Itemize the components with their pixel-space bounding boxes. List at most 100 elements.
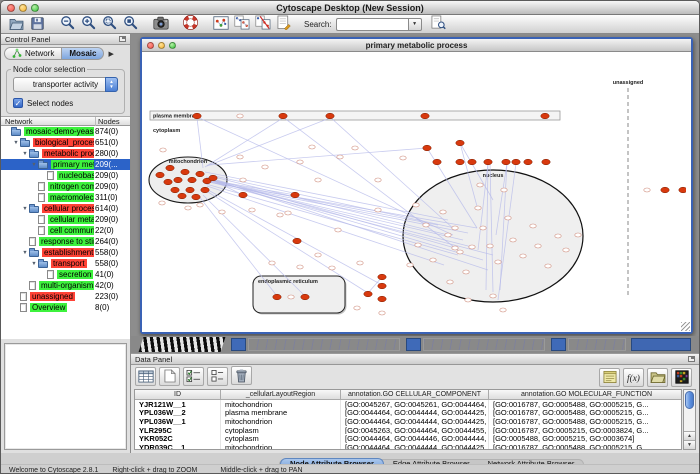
tree-item-nucleobase[interactable]: nucleobase-209(0) (1, 170, 130, 181)
search-input[interactable] (336, 18, 408, 31)
gene-node-highlighted[interactable] (468, 159, 476, 165)
gene-node[interactable] (475, 206, 481, 210)
column-header-id[interactable]: ID (135, 390, 221, 399)
search-dropdown-arrow-icon[interactable]: ▼ (408, 18, 422, 31)
gene-node[interactable] (375, 208, 381, 212)
table-row-ydr039c-1[interactable]: YDR039C__1mitochondrion[GO:0044464, GO:0… (135, 443, 681, 450)
zoom-out-button[interactable] (58, 14, 77, 31)
tree-item-unassigned[interactable]: unassigned223(0) (1, 291, 130, 302)
gene-node[interactable] (430, 258, 436, 262)
gene-node[interactable] (329, 266, 335, 270)
network-window-titlebar[interactable]: primary metabolic process (142, 39, 691, 52)
edge[interactable] (207, 118, 330, 166)
gene-node[interactable] (379, 311, 385, 315)
gene-node[interactable] (337, 155, 343, 159)
gene-node[interactable] (297, 160, 303, 164)
float-panel-icon[interactable] (688, 356, 695, 362)
gene-node[interactable] (375, 178, 381, 182)
gene-node-highlighted[interactable] (524, 159, 532, 165)
annotation-tool-button[interactable] (274, 14, 293, 31)
gene-node[interactable] (160, 148, 166, 152)
gene-node[interactable] (520, 254, 526, 258)
expander-triangle-icon[interactable]: ▼ (12, 140, 20, 146)
gene-node-highlighted[interactable] (201, 187, 209, 193)
gene-node[interactable] (477, 183, 483, 187)
zoom-window-icon[interactable] (31, 4, 39, 12)
gene-node-highlighted[interactable] (484, 159, 492, 165)
search-options-button[interactable] (429, 14, 448, 31)
attribute-select-button[interactable] (207, 367, 228, 386)
gene-node-highlighted[interactable] (171, 187, 179, 193)
delete-attribute-button[interactable] (231, 366, 252, 385)
gene-node[interactable] (495, 260, 501, 264)
gene-node-highlighted[interactable] (164, 179, 172, 185)
gene-node-highlighted[interactable] (378, 283, 386, 289)
tab-mosaic[interactable]: Mosaic (62, 47, 104, 60)
create-network-view-button[interactable] (232, 14, 251, 31)
gene-node-highlighted[interactable] (421, 113, 429, 119)
tree-item-cellular-metabo[interactable]: cellular metabo209(0) (1, 214, 130, 225)
gene-node[interactable] (575, 233, 581, 237)
column-header-cellularlayoutregion[interactable]: _cellularLayoutRegion (221, 390, 341, 399)
zoom-selected-button[interactable] (121, 14, 140, 31)
notes-button[interactable] (599, 368, 620, 387)
tree-item-metabolic-process[interactable]: ▼metabolic process280(0) (1, 148, 130, 159)
gene-node-highlighted[interactable] (502, 159, 510, 165)
gene-node[interactable] (440, 210, 446, 214)
gene-node[interactable] (159, 201, 165, 205)
gene-node-highlighted[interactable] (196, 171, 204, 177)
gene-node-highlighted[interactable] (166, 165, 174, 171)
scroll-up-arrow-icon[interactable]: ▲ (684, 431, 695, 440)
gene-node[interactable] (237, 155, 243, 159)
import-attributes-button[interactable] (647, 368, 668, 387)
gene-node[interactable] (644, 188, 650, 192)
tree-header-nodes[interactable]: Nodes (96, 117, 130, 126)
table-row-ykr052c[interactable]: YKR052Ccytoplasm[GO:0044464, GO:0044446,… (135, 434, 681, 443)
gene-node[interactable] (469, 245, 475, 249)
gene-node[interactable] (500, 308, 506, 312)
gene-node[interactable] (535, 244, 541, 248)
zoom-fit-button[interactable] (100, 14, 119, 31)
tree-item-establishment-of-lo[interactable]: ▼establishment of lo558(0) (1, 247, 130, 258)
tree-item-nitrogen-compo[interactable]: nitrogen compo209(0) (1, 181, 130, 192)
create-attribute-button[interactable] (159, 367, 180, 386)
gene-node[interactable] (445, 233, 451, 237)
gene-node-highlighted[interactable] (188, 177, 196, 183)
edge[interactable] (205, 118, 283, 167)
gene-node-highlighted[interactable] (512, 159, 520, 165)
formula-builder-button[interactable]: f(x) (623, 368, 644, 387)
tab-overflow-arrow-icon[interactable]: ▶ (108, 50, 113, 58)
gene-node[interactable] (452, 226, 458, 230)
gene-node-highlighted[interactable] (279, 113, 287, 119)
gene-node[interactable] (490, 294, 496, 298)
gene-node[interactable] (452, 246, 458, 250)
zoom-view-icon[interactable] (169, 42, 176, 49)
tree-item-macromolecule[interactable]: macromolecule311(0) (1, 192, 130, 203)
gene-node[interactable] (357, 261, 363, 265)
close-window-icon[interactable] (7, 4, 15, 12)
gene-node-highlighted[interactable] (301, 294, 309, 300)
gene-node-highlighted[interactable] (433, 159, 441, 165)
minimize-window-icon[interactable] (19, 4, 27, 12)
tree-item-response-to-stimulu[interactable]: response to stimulu264(0) (1, 236, 130, 247)
network-image-button[interactable] (211, 14, 230, 31)
gene-node-highlighted[interactable] (456, 140, 464, 146)
gene-node[interactable] (285, 211, 291, 215)
gene-node[interactable] (447, 280, 453, 284)
tree-item-primary-metabo[interactable]: ▼primary metabo209(... (1, 159, 130, 170)
tree-item-cellular-process[interactable]: ▼cellular process614(0) (1, 203, 130, 214)
float-panel-icon[interactable] (119, 36, 126, 42)
table-row-ypl036w-2[interactable]: YPL036W__2plasma membrane[GO:0044464, GO… (135, 409, 681, 418)
gene-node-highlighted[interactable] (378, 296, 386, 302)
scrollbar-thumb[interactable] (685, 391, 694, 409)
gene-node[interactable] (352, 146, 358, 150)
gene-node[interactable] (400, 156, 406, 160)
gene-node-highlighted[interactable] (326, 113, 334, 119)
tree-item-overview[interactable]: Overview8(0) (1, 302, 130, 313)
help-lifering-button[interactable] (181, 14, 200, 31)
edge[interactable] (208, 180, 438, 225)
gene-node-highlighted[interactable] (423, 145, 431, 151)
gene-node[interactable] (510, 238, 516, 242)
expander-triangle-icon[interactable]: ▼ (21, 250, 29, 256)
gene-node[interactable] (237, 114, 243, 118)
